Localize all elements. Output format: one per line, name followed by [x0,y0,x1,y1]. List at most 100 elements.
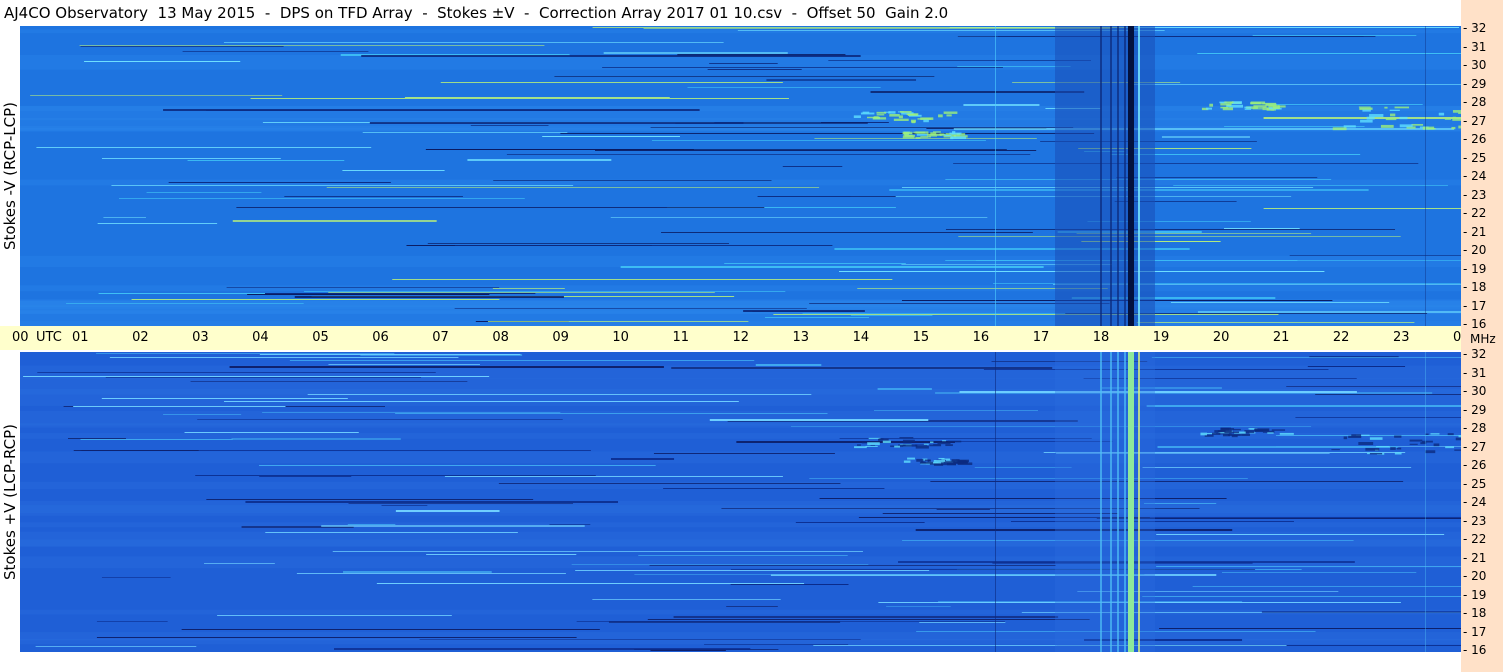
interference-line [262,412,561,413]
freq-tick-label: - 30 [1463,384,1487,398]
emission-patch [933,459,946,462]
freq-tick-label: - 27 [1463,113,1487,128]
emission-patch [1244,108,1252,110]
spectrogram-stokes-plus[interactable] [20,352,1461,652]
interference-line [184,432,359,433]
interference-line [96,621,168,622]
interference-line [206,499,534,500]
interference-line [1128,84,1461,85]
interference-line [663,488,885,489]
time-tick-label: 11 [672,330,689,345]
emission-patch [1200,432,1207,436]
vertical-stripe [1138,352,1140,652]
interference-line [36,147,372,148]
freq-tick-label: - 21 [1463,224,1487,239]
interference-line [231,438,401,440]
interference-line [602,67,1003,68]
spectrogram-stokes-minus[interactable] [20,26,1461,326]
emission-patch [1390,447,1396,450]
emission-patch [1389,109,1400,111]
emission-patch [943,111,958,114]
interference-line [425,149,694,150]
emission-patch [899,111,912,113]
emission-patch [923,443,929,445]
interference-line [809,478,1248,479]
time-tick-label: 17 [1032,330,1050,345]
vertical-line [1425,26,1426,326]
interference-line [105,377,422,378]
interference-line [79,45,545,46]
vertical-stripe [1100,26,1102,326]
interference-line [1142,596,1461,597]
interference-line [795,522,925,523]
interference-line [1142,467,1412,468]
emission-patch [1451,126,1456,130]
freq-tick-label: - 20 [1463,243,1487,257]
emission-patch [1433,443,1440,447]
emission-patch [854,446,867,449]
emission-patch [1399,124,1413,128]
interference-line [498,483,841,484]
interference-line [755,364,822,366]
emission-patch [1399,116,1408,120]
vertical-stripe [1117,26,1119,326]
emission-patch [862,111,870,114]
interference-line [638,555,848,556]
interference-line [1252,35,1417,36]
interference-line [470,125,549,126]
emission-patch [1366,116,1375,120]
emission-patch [1447,433,1454,436]
interference-line [224,401,739,402]
time-tick-label: 12 [732,330,750,345]
vertical-stripe [1124,352,1126,652]
vertical-strong-stripe [1128,352,1134,652]
interference-line [1156,566,1461,567]
emission-patch [1233,428,1241,431]
interference-line [1295,417,1461,418]
emission-patch [882,440,891,444]
interference-line [647,619,1090,620]
emission-patch [938,114,943,118]
emission-patch [902,439,915,442]
emission-patch [894,445,900,448]
interference-line [250,98,789,99]
vertical-line [995,352,996,652]
freq-tick-label: - 28 [1463,421,1487,435]
interference-line [549,524,591,525]
interference-line [560,133,1095,134]
emission-patch [903,134,915,137]
emission-patch [1244,430,1255,434]
emission-patch [872,117,887,120]
emission-patch [1452,118,1461,121]
interference-line [332,551,863,552]
time-tick-label: 14 [852,330,870,345]
emission-patch [920,136,928,138]
time-tick-label: 04 [252,330,269,345]
interference-line [245,501,619,503]
emission-patch [915,131,929,134]
vertical-stripe [1100,352,1102,652]
emission-patch [889,114,900,116]
time-tick-label: 09 [552,330,569,345]
interference-line [440,82,783,83]
time-tick-label: 20 [1212,330,1230,345]
interference-line [342,170,445,171]
vertical-stripe [1117,352,1119,652]
emission-patch [856,444,861,446]
emission-patch [902,444,918,447]
emission-patch [1331,449,1340,451]
emission-patch [903,442,912,444]
freq-tick-label: - 18 [1463,280,1487,294]
spectrogram-image [20,352,1461,652]
emission-patch [865,445,878,447]
emission-patch [1358,442,1374,445]
emission-patch [1452,116,1456,119]
interference-line [226,287,500,288]
freq-tick-label: - 26 [1463,132,1487,146]
interference-line [649,565,1056,566]
interference-line [467,159,612,161]
interference-line [487,321,749,322]
interference-line [73,406,286,407]
interference-line [1161,136,1250,138]
interference-line [953,128,1455,130]
